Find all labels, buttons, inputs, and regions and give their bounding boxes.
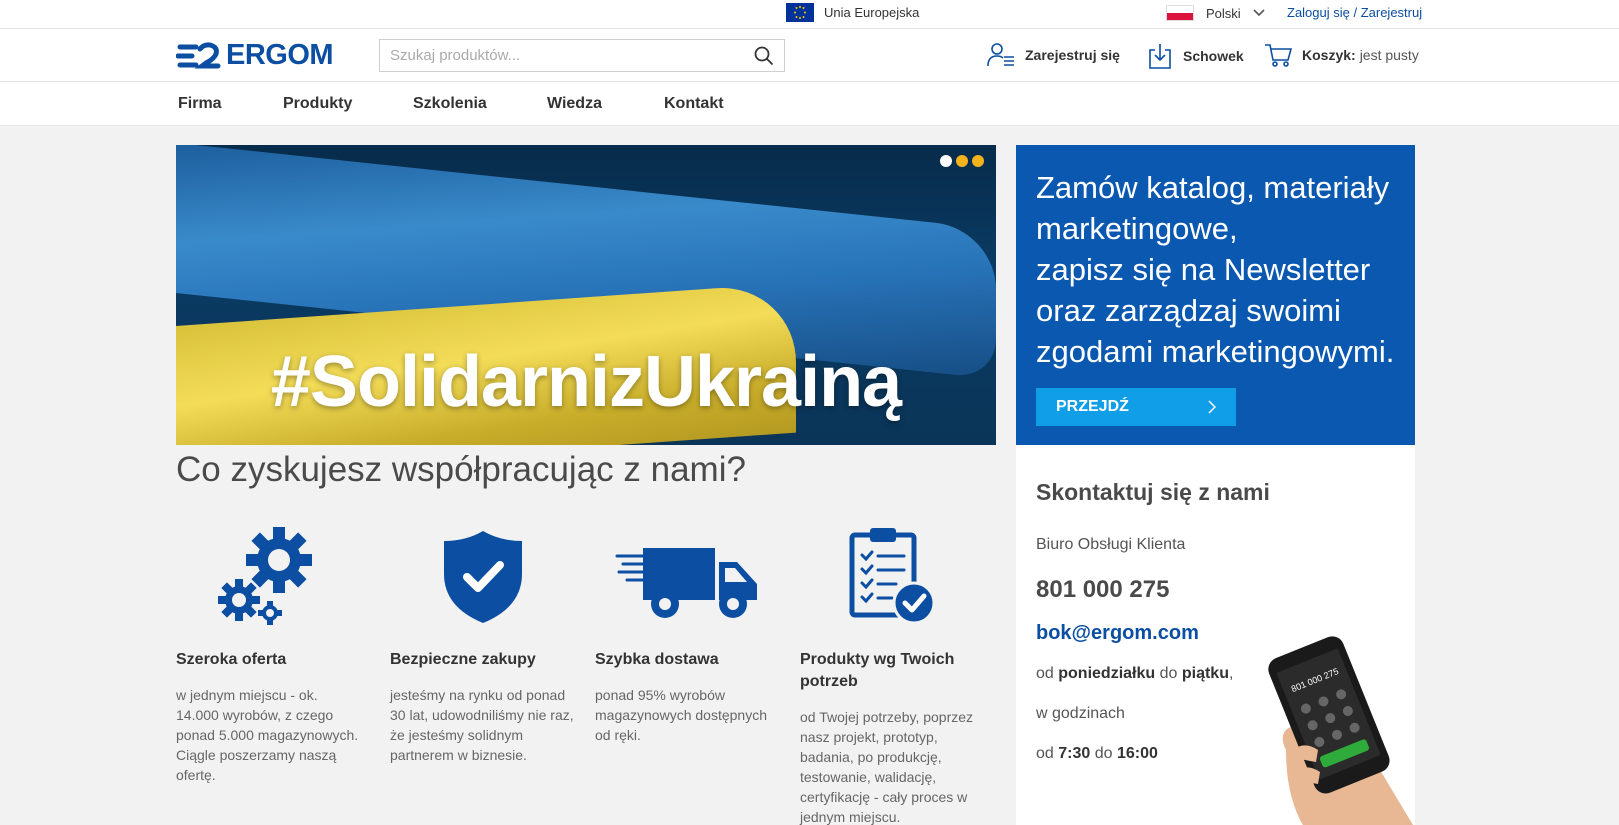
clipboard-checklist-icon [800, 525, 985, 625]
eu-flag-icon [786, 3, 814, 22]
language-label: Polski [1206, 5, 1241, 21]
ergom-logo-mark-icon [176, 41, 221, 68]
hours-mid: do [1094, 745, 1113, 762]
hand-holding-phone-image: 801 000 275 [1268, 636, 1413, 825]
benefits-heading: Co zyskujesz współpracując z nami? [176, 450, 746, 489]
banner-title: #SolidarnizUkrainą [270, 342, 902, 422]
shopping-cart-icon [1265, 44, 1292, 67]
days-prefix: od [1036, 665, 1054, 682]
register-button[interactable]: Zarejestruj się [987, 42, 1120, 68]
shield-check-icon [390, 525, 575, 625]
cart-label: Koszyk: [1302, 47, 1356, 63]
contact-phone[interactable]: 801 000 275 [1036, 576, 1395, 604]
contact-box: Skontaktuj się z nami Biuro Obsługi Klie… [1016, 445, 1415, 825]
eu-label: Unia Europejska [824, 5, 920, 20]
benefit-text: od Twojej potrzeby, poprzez nasz projekt… [800, 709, 974, 825]
search-box [379, 39, 785, 72]
benefit-safe-shopping: Bezpieczne zakupy jesteśmy na rynku od p… [390, 525, 575, 765]
nav-item-wiedza[interactable]: Wiedza [547, 95, 602, 113]
promo-button-label: PRZEJDŹ [1056, 398, 1129, 415]
benefit-custom-products: Produkty wg Twoich potrzeb od Twojej pot… [800, 525, 985, 825]
benefit-title: Bezpieczne zakupy [390, 651, 536, 668]
days-suffix: , [1228, 665, 1234, 682]
clipboard-label: Schowek [1183, 48, 1244, 64]
nav-item-produkty[interactable]: Produkty [283, 95, 352, 113]
hours-prefix: od [1036, 745, 1054, 762]
benefit-wide-offer: Szeroka oferta w jednym miejscu - ok. 14… [176, 525, 361, 785]
search-icon[interactable] [754, 46, 774, 66]
nav-item-szkolenia[interactable]: Szkolenia [413, 95, 487, 113]
days-from: poniedziałku [1058, 665, 1156, 682]
main-nav: Firma Produkty Szkolenia Wiedza Kontakt [0, 82, 1619, 126]
download-tray-icon [1149, 44, 1171, 69]
benefit-title: Produkty wg Twoich potrzeb [800, 651, 955, 690]
cart-status: jest pusty [1359, 47, 1419, 63]
register-label: Zarejestruj się [1025, 47, 1120, 63]
nav-item-firma[interactable]: Firma [178, 95, 222, 113]
contact-label: Biuro Obsługi Klienta [1036, 536, 1186, 553]
slider-dot-1[interactable] [940, 155, 952, 167]
days-mid: do [1159, 665, 1178, 682]
user-register-icon [987, 43, 1014, 67]
login-register-link[interactable]: Zaloguj się / Zarejestruj [1287, 5, 1422, 20]
promo-go-button[interactable]: PRZEJDŹ [1036, 388, 1236, 426]
hours-to: 16:00 [1116, 745, 1158, 762]
site-header: ERGOM Zarejestruj się Schowek Koszyk: je… [0, 29, 1619, 82]
language-selector[interactable]: Polski [1166, 5, 1265, 21]
benefit-fast-delivery: Szybka dostawa ponad 95% wyrobów magazyn… [595, 525, 780, 745]
benefit-text: jesteśmy na rynku od ponad 30 lat, udowo… [390, 687, 574, 763]
benefit-text: ponad 95% wyrobów magazynowych dostępnyc… [595, 687, 767, 743]
clipboard-button[interactable]: Schowek [1147, 42, 1244, 70]
ergom-logo[interactable]: ERGOM [176, 39, 334, 72]
chevron-down-icon [1253, 9, 1265, 17]
nav-item-kontakt[interactable]: Kontakt [664, 95, 724, 113]
top-bar: Unia Europejska Polski Zaloguj się / Zar… [0, 0, 1619, 29]
days-to: piątku [1181, 665, 1229, 682]
slider-dots [940, 155, 984, 167]
slider-dot-3[interactable] [972, 155, 984, 167]
poland-flag-icon [1166, 5, 1194, 21]
chevron-right-icon [1208, 400, 1216, 414]
slider-dot-2[interactable] [956, 155, 968, 167]
search-input[interactable] [380, 40, 740, 71]
benefit-title: Szybka dostawa [595, 651, 719, 668]
benefit-title: Szeroka oferta [176, 651, 287, 668]
delivery-truck-icon [595, 525, 780, 625]
eu-badge: Unia Europejska [786, 3, 919, 22]
contact-title: Skontaktuj się z nami [1036, 479, 1270, 505]
cart-button[interactable]: Koszyk: jest pusty [1264, 42, 1419, 68]
hero-banner[interactable]: #SolidarnizUkrainą [176, 145, 996, 445]
contact-email[interactable]: bok@ergom.com [1036, 622, 1199, 645]
promo-text: Zamów katalog, materiały marketingowe, z… [1036, 170, 1395, 369]
hours-from: 7:30 [1058, 745, 1091, 762]
logo-text: ERGOM [226, 39, 334, 71]
marketing-promo-box: Zamów katalog, materiały marketingowe, z… [1016, 145, 1415, 445]
gears-icon [176, 525, 361, 625]
benefit-text: w jednym miejscu - ok. 14.000 wyrobów, z… [176, 687, 359, 783]
